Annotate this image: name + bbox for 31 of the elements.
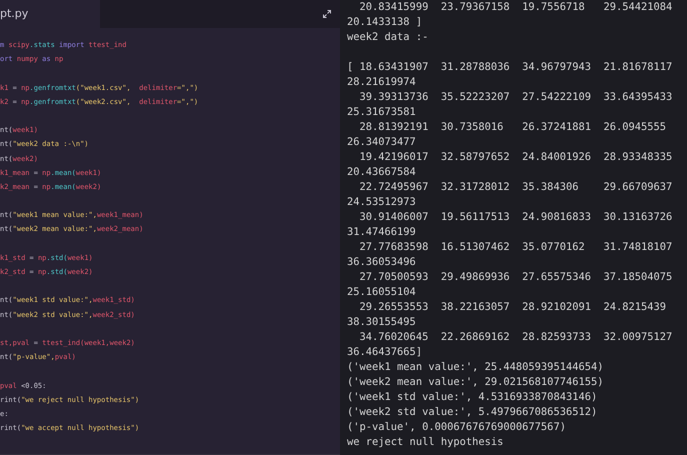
expand-icon[interactable] [323,10,331,18]
terminal-line: ('week2 mean value:', 29.021568107746155) [347,375,604,390]
terminal-line: 38.30155495 [347,315,416,330]
terminal-line: 27.77683598 16.51307462 35.0770162 31.74818107 [358,240,672,255]
terminal-line: ('week1 mean value:', 25.448059395144654) [347,360,604,375]
terminal-line: 26.34073477 [347,135,416,150]
terminal-line: 25.31673581 [347,105,416,120]
terminal-line: 20.43667584 [347,165,416,180]
terminal-line: 30.91406007 19.56117513 24.90816833 30.13163726 [358,210,672,225]
terminal-line: we reject null hypothesis [347,435,504,450]
terminal-line: [ 18.63431907 31.28788036 34.96797943 21.81678117 [347,60,672,75]
terminal-line: 20.83415999 23.79367158 19.7556718 29.54421084 [358,0,672,15]
terminal-line: 39.39313736 35.52223207 27.54222109 33.64395433 [358,90,672,105]
terminal-line: 24.53512973 [347,195,416,210]
terminal-line: 22.72495967 32.31728012 35.384306 29.66709637 [358,180,672,195]
terminal-line: 28.21619974 [347,75,416,90]
terminal-line: ('week1 std value:', 4.5316933870843146) [347,390,598,405]
file-tab[interactable]: pt.py [0,0,100,28]
terminal-line: ('p-value', 0.00067676769000677567) [347,420,566,435]
terminal-line: 29.26553553 38.22163057 28.92102091 24.8215439 [358,300,666,315]
terminal-line: 36.46437665] [347,345,422,360]
terminal-line: ('week2 std value:', 5.4979667086536512) [347,405,598,420]
terminal-line: 31.47466199 [347,225,416,240]
terminal-line: 19.42196017 32.58797652 24.84001926 28.93348335 [358,150,672,165]
terminal-line: 20.1433138 ] [347,15,422,30]
terminal-line: 34.76020645 22.26869162 28.82593733 32.00975127 [358,330,672,345]
terminal-line: 36.36053496 [347,255,416,270]
terminal-line: week2 data :- [347,30,428,45]
terminal-line: 27.70500593 29.49869936 27.65575346 37.18504075 [358,270,672,285]
terminal-line: 28.81392191 30.7358016 26.37241881 26.0945555 [358,120,666,135]
terminal-line: 25.16055104 [347,285,416,300]
